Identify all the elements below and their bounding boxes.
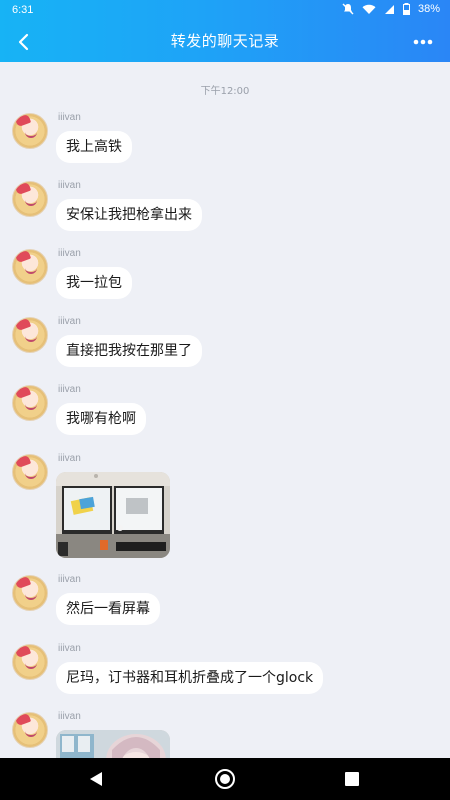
message-bubble[interactable]: 我一拉包 (56, 267, 132, 299)
message-bubble[interactable]: 安保让我把枪拿出来 (56, 199, 202, 231)
sender-name: iiivan (58, 112, 81, 123)
avatar[interactable] (12, 181, 48, 217)
chat-history[interactable]: 下午12:00 iiivan 我上高铁 iiivan 安保让我把枪拿出来 iii… (0, 62, 450, 758)
status-bar: 6:31 38% (0, 0, 450, 22)
time-divider: 下午12:00 (200, 86, 250, 97)
sender-name: iiivan (58, 643, 81, 654)
sender-name: iiivan (58, 453, 81, 464)
message-bubble[interactable]: 直接把我按在那里了 (56, 335, 202, 367)
image-message[interactable] (56, 730, 170, 758)
avatar[interactable] (12, 454, 48, 490)
avatar[interactable] (12, 249, 48, 285)
page-title: 转发的聊天记录 (170, 32, 280, 50)
sender-name: iiivan (58, 248, 81, 259)
battery-icon (402, 3, 410, 15)
nav-back-icon[interactable] (87, 770, 105, 788)
nav-bar: 转发的聊天记录 (0, 22, 450, 62)
sender-name: iiivan (58, 574, 81, 585)
sender-name: iiivan (58, 384, 81, 395)
status-time: 6:31 (12, 4, 34, 16)
more-dots-icon (413, 39, 433, 45)
nav-recent-apps-icon[interactable] (345, 772, 359, 786)
avatar[interactable] (12, 113, 48, 149)
message-bubble[interactable]: 然后一看屏幕 (56, 593, 160, 625)
more-options-button[interactable] (406, 28, 440, 56)
nav-home-icon[interactable] (215, 769, 235, 789)
signal-icon (384, 4, 394, 14)
photo-of-anime-character-icon (56, 730, 170, 758)
avatar[interactable] (12, 317, 48, 353)
system-navigation-bar (0, 758, 450, 800)
app-header: 6:31 38% 转发的聊天记录 (0, 0, 450, 62)
message-bubble[interactable]: 我上高铁 (56, 131, 132, 163)
avatar[interactable] (12, 385, 48, 421)
image-message[interactable] (56, 472, 170, 558)
sender-name: iiivan (58, 180, 81, 191)
avatar[interactable] (12, 644, 48, 680)
photo-of-desk-with-monitors-icon (56, 472, 170, 558)
status-icons: 38% (342, 3, 440, 15)
message-bubble[interactable]: 我哪有枪啊 (56, 403, 146, 435)
message-bubble[interactable]: 尼玛，订书器和耳机折叠成了一个glock (56, 662, 324, 694)
battery-level: 38% (417, 3, 440, 15)
mute-icon (342, 3, 354, 15)
avatar[interactable] (12, 712, 48, 748)
sender-name: iiivan (58, 711, 81, 722)
sender-name: iiivan (58, 316, 81, 327)
wifi-icon (362, 4, 376, 14)
avatar[interactable] (12, 575, 48, 611)
